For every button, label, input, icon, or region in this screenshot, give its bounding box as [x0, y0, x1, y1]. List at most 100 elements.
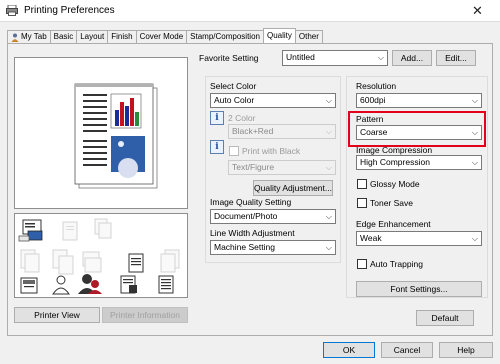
resolution-label: Resolution: [356, 81, 397, 91]
resolution-select[interactable]: 600dpi ⌵: [356, 93, 482, 108]
tab-cover-mode[interactable]: Cover Mode: [135, 30, 188, 43]
layout-icon: [160, 249, 180, 273]
chevron-down-icon: ⌵: [377, 53, 384, 62]
tab-stamp-composition[interactable]: Stamp/Composition: [186, 30, 264, 43]
help-button[interactable]: Help: [439, 342, 493, 358]
toner-save-checkbox[interactable]: [357, 198, 367, 208]
tab-label: Cover Mode: [139, 32, 184, 41]
chevron-down-icon: ⌵: [471, 158, 478, 167]
chevron-down-icon: ⌵: [325, 163, 332, 172]
tab-label: My Tab: [21, 32, 47, 41]
chevron-down-icon: ⌵: [325, 96, 332, 105]
image-compression-value: High Compression: [360, 157, 430, 167]
chevron-down-icon: ⌵: [471, 96, 478, 105]
printer-view-label: Printer View: [34, 310, 80, 320]
user-icon: [52, 275, 70, 295]
two-color-label: 2 Color: [228, 113, 256, 123]
tab-label: Layout: [80, 32, 105, 41]
tab-label: Finish: [111, 32, 133, 41]
edit-button[interactable]: Edit...: [436, 50, 476, 66]
store-box-icon: [20, 277, 38, 294]
chevron-down-icon: ⌵: [325, 243, 332, 252]
tab-basic[interactable]: Basic: [49, 30, 78, 43]
help-label: Help: [457, 345, 475, 355]
tab-label: Quality: [266, 31, 292, 40]
chevron-down-icon: ⌵: [325, 127, 332, 136]
staple-icon: [62, 221, 78, 241]
fold-icon: [82, 251, 102, 273]
tab-strip: My Tab Basic Layout Finish Cover Mode St…: [7, 28, 323, 43]
auto-trapping-checkbox[interactable]: [357, 259, 367, 269]
image-quality-setting-select[interactable]: Document/Photo ⌵: [210, 209, 336, 224]
printer-information-button[interactable]: Printer Information: [102, 307, 188, 323]
text-figure-select[interactable]: Text/Figure ⌵: [228, 160, 336, 175]
ok-label: OK: [342, 345, 356, 355]
person-icon: [11, 33, 19, 42]
select-color-label: Select Color: [210, 81, 257, 91]
account-icon: [78, 274, 102, 294]
line-width-adjustment-select[interactable]: Machine Setting ⌵: [210, 240, 336, 255]
print-with-black-checkbox[interactable]: [229, 146, 239, 156]
favorite-setting-label: Favorite Setting: [199, 53, 259, 63]
image-quality-setting-label: Image Quality Setting: [210, 197, 292, 207]
two-color-value: Black+Red: [232, 126, 274, 136]
pattern-highlight-box: [348, 111, 486, 147]
secure-print-icon: [120, 275, 137, 294]
select-color-select[interactable]: Auto Color ⌵: [210, 93, 336, 108]
cancel-button[interactable]: Cancel: [381, 342, 433, 358]
glossy-mode-checkbox[interactable]: [357, 179, 367, 189]
favorite-setting-select[interactable]: Untitled ⌵: [282, 50, 388, 66]
info-icon[interactable]: i: [210, 140, 224, 154]
tab-label: Stamp/Composition: [190, 32, 260, 41]
scan-document-icon: [18, 219, 43, 242]
print-with-black-label: Print with Black: [242, 146, 301, 156]
function-icons: [18, 218, 180, 295]
edge-enhancement-select[interactable]: Weak ⌵: [356, 231, 482, 246]
quality-adjustment-button[interactable]: Quality Adjustment...: [253, 180, 333, 196]
image-quality-setting-value: Document/Photo: [214, 211, 278, 221]
printer-information-label: Printer Information: [110, 310, 180, 320]
document-icon: [128, 253, 144, 273]
glossy-mode-label: Glossy Mode: [370, 179, 420, 189]
toner-save-label: Toner Save: [370, 198, 413, 208]
tab-label: Other: [298, 32, 319, 41]
close-icon[interactable]: ✕: [472, 3, 483, 19]
chevron-down-icon: ⌵: [325, 212, 332, 221]
font-settings-button[interactable]: Font Settings...: [356, 281, 482, 297]
punch-icon: [52, 249, 74, 275]
printer-view-button[interactable]: Printer View: [14, 307, 100, 323]
tab-other[interactable]: Other: [294, 30, 323, 43]
print-preview: [14, 57, 188, 209]
edge-enhancement-label: Edge Enhancement: [356, 219, 431, 229]
title-bar[interactable]: Printing Preferences ✕: [0, 0, 500, 22]
image-compression-label: Image Compression: [356, 145, 433, 155]
booklet-icon: [20, 249, 40, 273]
function-icons-panel: [14, 213, 188, 298]
quality-adjustment-label: Quality Adjustment...: [254, 183, 332, 193]
default-button[interactable]: Default: [416, 310, 474, 326]
image-compression-select[interactable]: High Compression ⌵: [356, 155, 482, 170]
line-width-adjustment-value: Machine Setting: [214, 242, 275, 252]
chevron-down-icon: ⌵: [471, 234, 478, 243]
tab-my-tab[interactable]: My Tab: [7, 30, 51, 43]
tab-label: Basic: [53, 32, 74, 41]
tab-layout[interactable]: Layout: [76, 30, 109, 43]
add-label: Add...: [400, 53, 424, 63]
printer-icon: [6, 5, 18, 16]
tab-quality[interactable]: Quality: [262, 28, 296, 43]
cancel-label: Cancel: [393, 345, 421, 355]
copies-icon: [94, 218, 112, 239]
page-list-icon: [158, 275, 174, 294]
resolution-value: 600dpi: [360, 95, 386, 105]
edge-enhancement-value: Weak: [360, 233, 382, 243]
info-icon[interactable]: i: [210, 111, 224, 125]
ok-button[interactable]: OK: [323, 342, 375, 358]
select-color-value: Auto Color: [214, 95, 255, 105]
font-settings-label: Font Settings...: [390, 284, 448, 294]
window-title: Printing Preferences: [24, 5, 115, 16]
tab-finish[interactable]: Finish: [107, 30, 137, 43]
add-button[interactable]: Add...: [392, 50, 432, 66]
default-label: Default: [431, 313, 459, 323]
two-color-select[interactable]: Black+Red ⌵: [228, 124, 336, 139]
line-width-adjustment-label: Line Width Adjustment: [210, 228, 295, 238]
